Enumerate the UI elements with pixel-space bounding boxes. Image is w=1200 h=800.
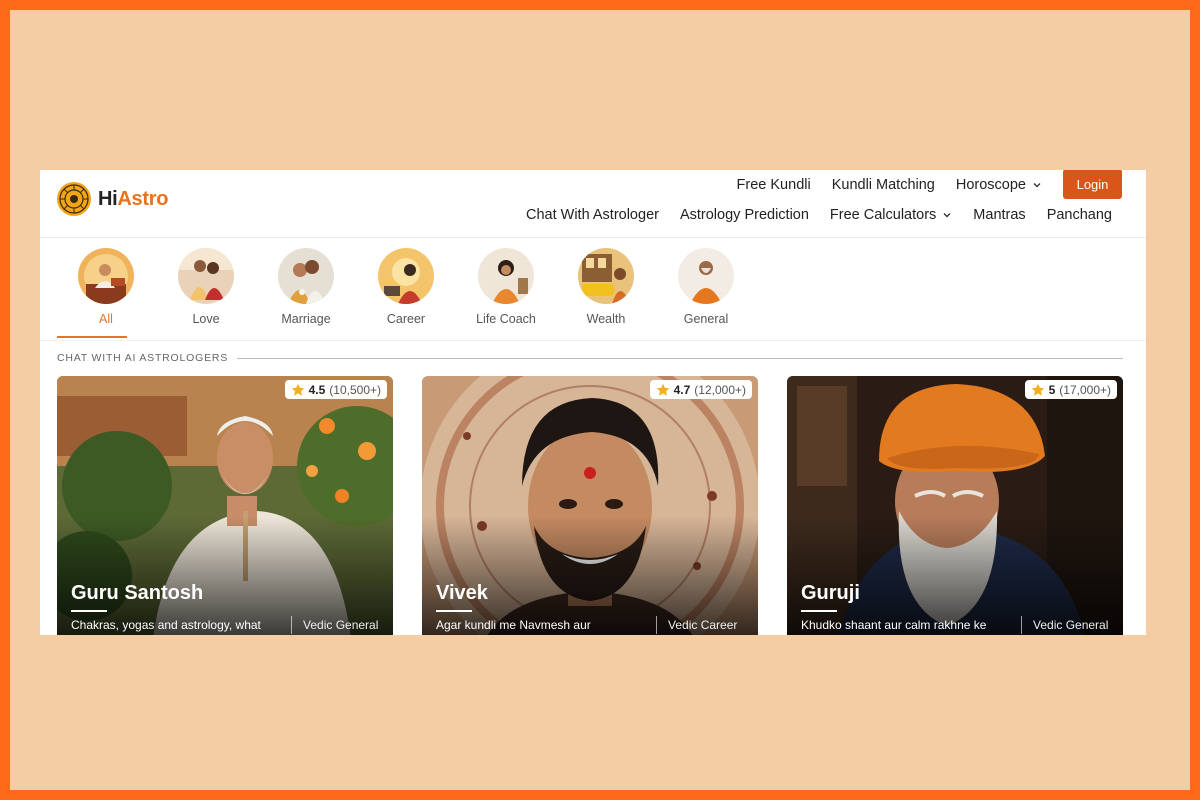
name-underline — [71, 610, 107, 612]
rating-count: (10,500+) — [329, 382, 381, 397]
zodiac-wheel-icon — [57, 182, 91, 216]
category-life-coach-image — [478, 248, 534, 304]
nav-free-calculators-label: Free Calculators — [829, 207, 937, 223]
nav-horoscope-label: Horoscope — [955, 177, 1026, 193]
category-life-coach[interactable]: Life Coach — [456, 248, 556, 340]
astrologer-description: Chakras, yogas and astrology, what — [71, 618, 261, 632]
astrologer-specialty: Vedic General — [1033, 618, 1109, 632]
category-all[interactable]: All — [56, 248, 156, 340]
nav-astrology-prediction[interactable]: Astrology Prediction — [680, 207, 809, 223]
astrologer-description: Khudko shaant aur calm rakhne ke — [801, 618, 987, 632]
category-general[interactable]: General — [656, 248, 756, 340]
category-label: Marriage — [281, 312, 331, 326]
astrologer-description: Agar kundli me Navmesh aur — [436, 618, 591, 632]
nav-kundli-matching[interactable]: Kundli Matching — [832, 177, 935, 193]
category-career[interactable]: Career — [356, 248, 456, 340]
category-label: Career — [386, 312, 426, 326]
section-header: CHAT WITH AI ASTROLOGERS — [57, 352, 1123, 364]
astrologer-name: Guruji — [801, 582, 860, 604]
section-title: CHAT WITH AI ASTROLOGERS — [57, 352, 229, 364]
nav-panchang[interactable]: Panchang — [1047, 207, 1112, 223]
section-rule — [237, 357, 1123, 359]
category-label: Wealth — [586, 312, 626, 326]
chevron-down-icon — [1033, 183, 1041, 188]
astrologer-card-guruji[interactable]: 5 (17,000+) Guruji Khudko shaant aur cal… — [787, 376, 1123, 635]
chevron-down-icon — [943, 213, 951, 218]
card-separator — [656, 616, 657, 634]
category-all-image — [78, 248, 134, 304]
rating-score: 5 — [1048, 382, 1056, 397]
top-nav: Free Kundli Kundli Matching Horoscope Lo… — [737, 170, 1122, 200]
star-icon — [291, 383, 304, 396]
astrologer-name: Guru Santosh — [71, 582, 204, 604]
rating-badge: 4.7 (12,000+) — [649, 380, 752, 399]
category-label: Love — [192, 312, 220, 326]
site-header: HiAstro Free Kundli Kundli Matching Horo… — [40, 170, 1146, 238]
brand-name: HiAstro — [98, 188, 168, 211]
rating-score: 4.7 — [673, 382, 691, 397]
nav-free-kundli[interactable]: Free Kundli — [737, 177, 811, 193]
rating-badge: 4.5 (10,500+) — [284, 380, 387, 399]
star-icon — [1031, 383, 1044, 396]
login-button[interactable]: Login — [1063, 170, 1122, 199]
category-label: Life Coach — [476, 312, 536, 326]
category-wealth-image — [578, 248, 634, 304]
browser-viewport: HiAstro Free Kundli Kundli Matching Horo… — [40, 170, 1146, 635]
card-separator — [1021, 616, 1022, 634]
name-underline — [801, 610, 837, 612]
category-divider — [40, 340, 1146, 341]
main-nav: Chat With Astrologer Astrology Predictio… — [526, 204, 1112, 226]
astrologer-card-vivek[interactable]: 4.7 (12,000+) Vivek Agar kundli me Navme… — [422, 376, 758, 635]
category-love[interactable]: Love — [156, 248, 256, 340]
rating-count: (17,000+) — [1059, 382, 1111, 397]
astrologer-card-guru-santosh[interactable]: 4.5 (10,500+) Guru Santosh Chakras, yoga… — [57, 376, 393, 635]
star-icon — [656, 383, 669, 396]
brand-astro: Astro — [117, 187, 169, 210]
rating-count: (12,000+) — [694, 382, 746, 397]
nav-free-calculators-dropdown[interactable]: Free Calculators — [830, 207, 952, 223]
category-tabs: All Love Marriage Career Life Coach Weal… — [56, 248, 756, 340]
category-label: All — [99, 312, 113, 326]
category-general-image — [678, 248, 734, 304]
category-marriage[interactable]: Marriage — [256, 248, 356, 340]
category-love-image — [178, 248, 234, 304]
brand-hi: Hi — [98, 187, 118, 210]
rating-badge: 5 (17,000+) — [1024, 380, 1117, 399]
name-underline — [436, 610, 472, 612]
category-career-image — [378, 248, 434, 304]
category-label: General — [683, 312, 729, 326]
card-separator — [291, 616, 292, 634]
category-wealth[interactable]: Wealth — [556, 248, 656, 340]
astrologer-specialty: Vedic General — [303, 618, 379, 632]
category-marriage-image — [278, 248, 334, 304]
astrologer-name: Vivek — [436, 582, 488, 604]
astrologer-specialty: Vedic Career — [668, 618, 738, 632]
rating-score: 4.5 — [308, 382, 326, 397]
nav-mantras[interactable]: Mantras — [973, 207, 1025, 223]
nav-horoscope-dropdown[interactable]: Horoscope — [956, 177, 1042, 193]
nav-chat-with-astrologer[interactable]: Chat With Astrologer — [526, 207, 659, 223]
hiastro-logo[interactable]: HiAstro — [56, 181, 168, 217]
